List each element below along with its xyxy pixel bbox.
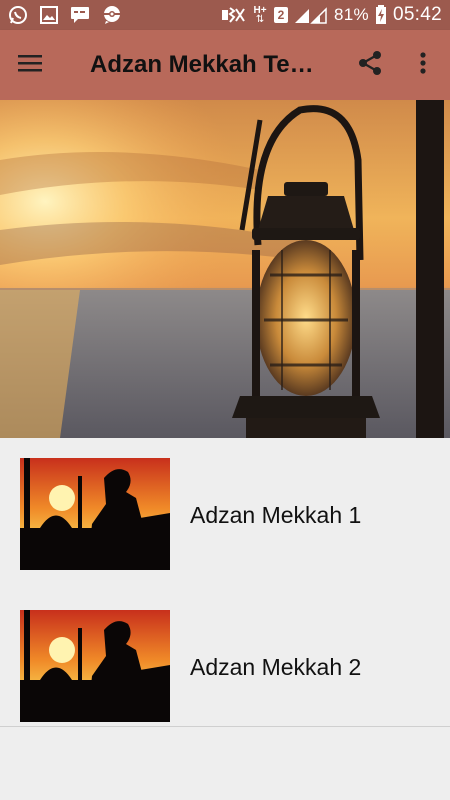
- mute-icon: [220, 6, 246, 24]
- muezzin-silhouette-image: [20, 610, 170, 722]
- signal-icon: [294, 6, 328, 24]
- clock: 05:42: [392, 4, 442, 25]
- gallery-icon: [40, 6, 58, 24]
- page-title: Adzan Mekkah Terl...: [90, 51, 322, 78]
- lantern-sunset-illustration: [0, 100, 450, 438]
- battery-charging-icon: [375, 5, 387, 25]
- hamburger-menu-icon: [17, 53, 43, 78]
- adzan-list: Adzan Mekkah 1 Adzan Mekkah 2: [0, 438, 450, 728]
- battery-level: 81%: [334, 5, 369, 24]
- whatsapp-icon: [8, 5, 28, 25]
- pokemon-icon: [102, 5, 122, 25]
- data-arrows-icon: H+ ⇅: [253, 5, 267, 25]
- list-item[interactable]: Adzan Mekkah 1: [0, 458, 450, 578]
- more-vertical-icon: [419, 51, 427, 80]
- banner-image: [0, 100, 450, 438]
- menu-button[interactable]: [0, 30, 60, 100]
- list-item-label: Adzan Mekkah 2: [190, 654, 362, 680]
- sim2-icon: 2: [274, 7, 289, 23]
- item-thumbnail: [20, 458, 170, 570]
- list-item[interactable]: Adzan Mekkah 2: [0, 610, 450, 730]
- item-thumbnail: [20, 610, 170, 722]
- app-bar: Adzan Mekkah Terl...: [0, 30, 450, 100]
- share-icon: [357, 50, 383, 81]
- status-bar: H+ ⇅ 2 81% 05:42: [0, 0, 450, 30]
- share-button[interactable]: [350, 30, 390, 100]
- list-item-label: Adzan Mekkah 1: [190, 502, 362, 528]
- more-options-button[interactable]: [405, 30, 441, 100]
- chat-icon: [70, 6, 90, 24]
- bottom-area: [0, 727, 450, 800]
- muezzin-silhouette-image: [20, 458, 170, 570]
